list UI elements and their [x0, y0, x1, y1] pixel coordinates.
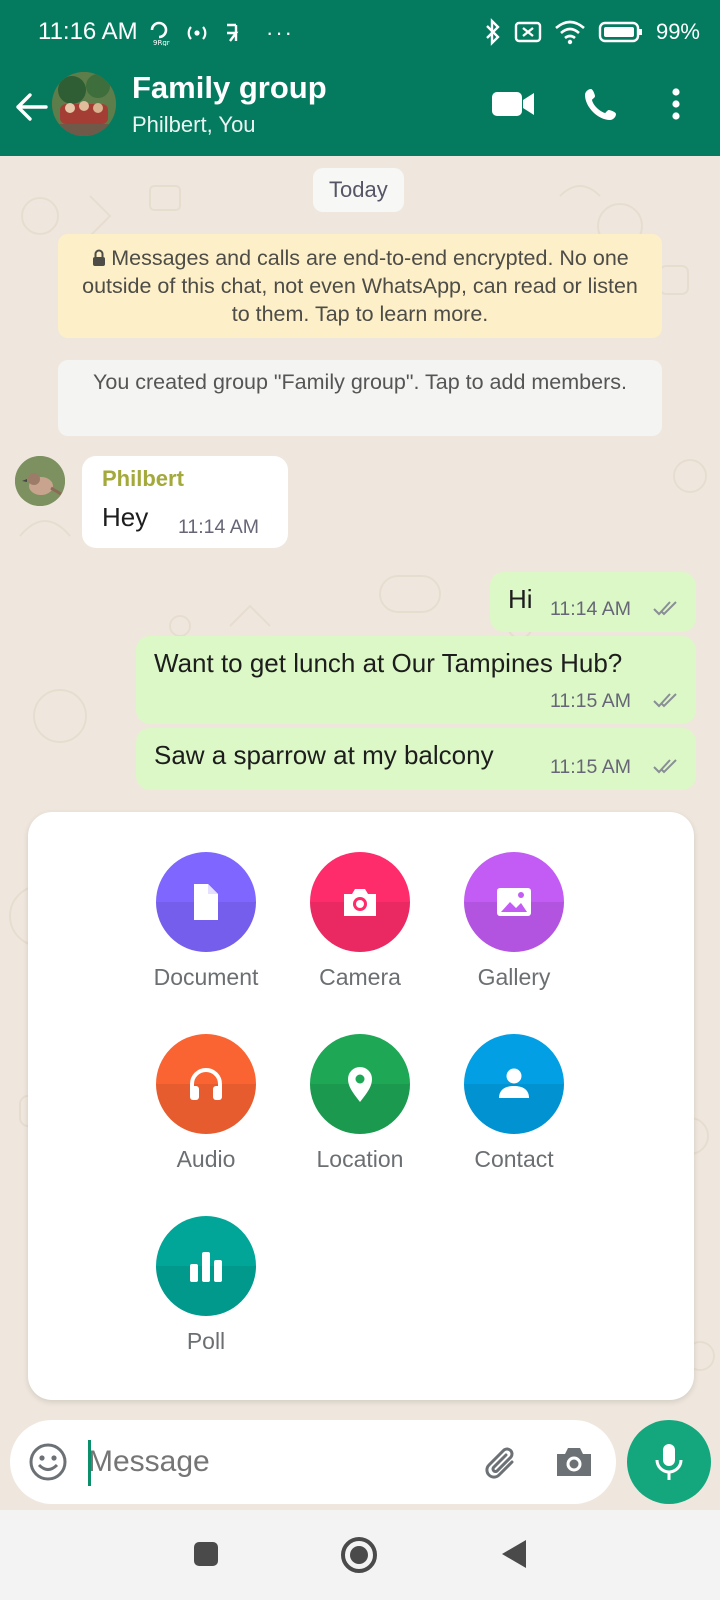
wifi-icon	[555, 20, 585, 45]
sparrow-photo-image	[15, 456, 65, 506]
attach-document-button[interactable]: Document	[131, 852, 281, 991]
message-text: Hey	[102, 502, 149, 532]
more-options-icon[interactable]	[670, 86, 682, 122]
attach-poll-button[interactable]: Poll	[131, 1216, 281, 1355]
read-ticks-icon	[653, 693, 677, 708]
gallery-icon	[464, 852, 564, 952]
message-text: Saw a sparrow at my balcony	[154, 740, 494, 770]
message-text: Want to get lunch at Our Tampines Hub?	[154, 648, 623, 678]
person-icon	[464, 1034, 564, 1134]
encryption-notice[interactable]: Messages and calls are end-to-end encryp…	[58, 234, 662, 338]
location-pin-icon	[310, 1034, 410, 1134]
status-left-icons: 9Rgroup ···	[148, 20, 294, 46]
microphone-icon	[655, 1444, 683, 1480]
group-avatar[interactable]	[52, 72, 116, 136]
status-bar: 11:16 AM 9Rgroup ··· 99%	[0, 0, 720, 62]
system-navigation-bar	[0, 1510, 720, 1600]
attach-label: Poll	[186, 1328, 226, 1354]
more-notifications-icon: ···	[266, 20, 294, 45]
attach-label: Contact	[474, 1146, 554, 1172]
group-created-notice[interactable]: You created group "Family group". Tap to…	[58, 360, 662, 436]
encryption-notice-text: Messages and calls are end-to-end encryp…	[82, 246, 638, 326]
sender-avatar-philbert[interactable]	[15, 456, 65, 506]
camera-icon[interactable]	[554, 1442, 594, 1482]
lock-icon	[93, 249, 106, 266]
hotspot-icon	[187, 26, 207, 40]
attachment-menu: Document Camera Gallery Audio Location C…	[28, 812, 694, 1400]
date-chip: Today	[313, 168, 404, 212]
home-circle-icon[interactable]	[340, 1536, 378, 1574]
chat-members[interactable]: Philbert, You	[132, 112, 256, 138]
attach-audio-button[interactable]: Audio	[131, 1034, 281, 1173]
poll-icon	[156, 1216, 256, 1316]
message-time: 11:14 AM	[550, 598, 631, 620]
sender-name: Philbert	[102, 466, 184, 491]
message-input[interactable]	[88, 1436, 468, 1488]
attach-contact-button[interactable]: Contact	[439, 1034, 589, 1173]
sim-disabled-icon	[514, 21, 542, 43]
svg-text:9Rgroup: 9Rgroup	[153, 39, 170, 46]
headphones-icon	[156, 1034, 256, 1134]
document-icon	[156, 852, 256, 952]
message-time: 11:14 AM	[178, 516, 259, 538]
message-time: 11:15 AM	[550, 756, 631, 778]
message-text: Hi	[508, 584, 533, 614]
video-call-icon[interactable]	[490, 88, 536, 120]
attach-label: Document	[153, 964, 259, 990]
attach-camera-button[interactable]: Camera	[285, 852, 435, 991]
battery-percent: 99%	[655, 19, 700, 44]
read-ticks-icon	[653, 601, 677, 616]
camera-icon	[310, 852, 410, 952]
back-arrow-icon[interactable]	[12, 87, 52, 127]
back-triangle-icon[interactable]	[500, 1538, 528, 1570]
voice-record-button[interactable]	[627, 1420, 711, 1504]
chat-title[interactable]: Family group	[132, 70, 327, 106]
message-time: 11:15 AM	[550, 690, 631, 712]
attach-label: Audio	[176, 1146, 236, 1172]
chat-header: Family group Philbert, You	[0, 62, 720, 156]
status-time: 11:16 AM	[38, 18, 138, 45]
sync-icon: 9Rgroup	[150, 21, 170, 46]
recents-square-icon[interactable]	[192, 1540, 220, 1568]
message-bubble-outgoing[interactable]: Hi 11:14 AM	[490, 572, 696, 632]
group-photo-image	[52, 72, 116, 136]
message-bubble-outgoing[interactable]: Saw a sparrow at my balcony 11:15 AM	[136, 728, 696, 790]
attach-label: Gallery	[477, 964, 551, 990]
voice-call-icon[interactable]	[583, 86, 619, 122]
text-cursor	[88, 1440, 91, 1486]
attach-location-button[interactable]: Location	[285, 1034, 435, 1173]
read-ticks-icon	[653, 759, 677, 774]
attach-label: Camera	[319, 964, 401, 990]
attach-gallery-button[interactable]: Gallery	[439, 852, 589, 991]
attach-label: Location	[316, 1146, 404, 1172]
battery-icon	[598, 21, 642, 43]
status-right-icons: 99%	[484, 18, 700, 46]
nfc-icon	[227, 23, 239, 42]
attach-paperclip-icon[interactable]	[482, 1442, 522, 1482]
message-composer	[10, 1420, 616, 1504]
emoji-icon[interactable]	[28, 1442, 68, 1482]
message-bubble-incoming[interactable]: Philbert Hey 11:14 AM	[82, 456, 288, 548]
bluetooth-icon	[486, 18, 500, 46]
message-bubble-outgoing[interactable]: Want to get lunch at Our Tampines Hub? 1…	[136, 636, 696, 724]
